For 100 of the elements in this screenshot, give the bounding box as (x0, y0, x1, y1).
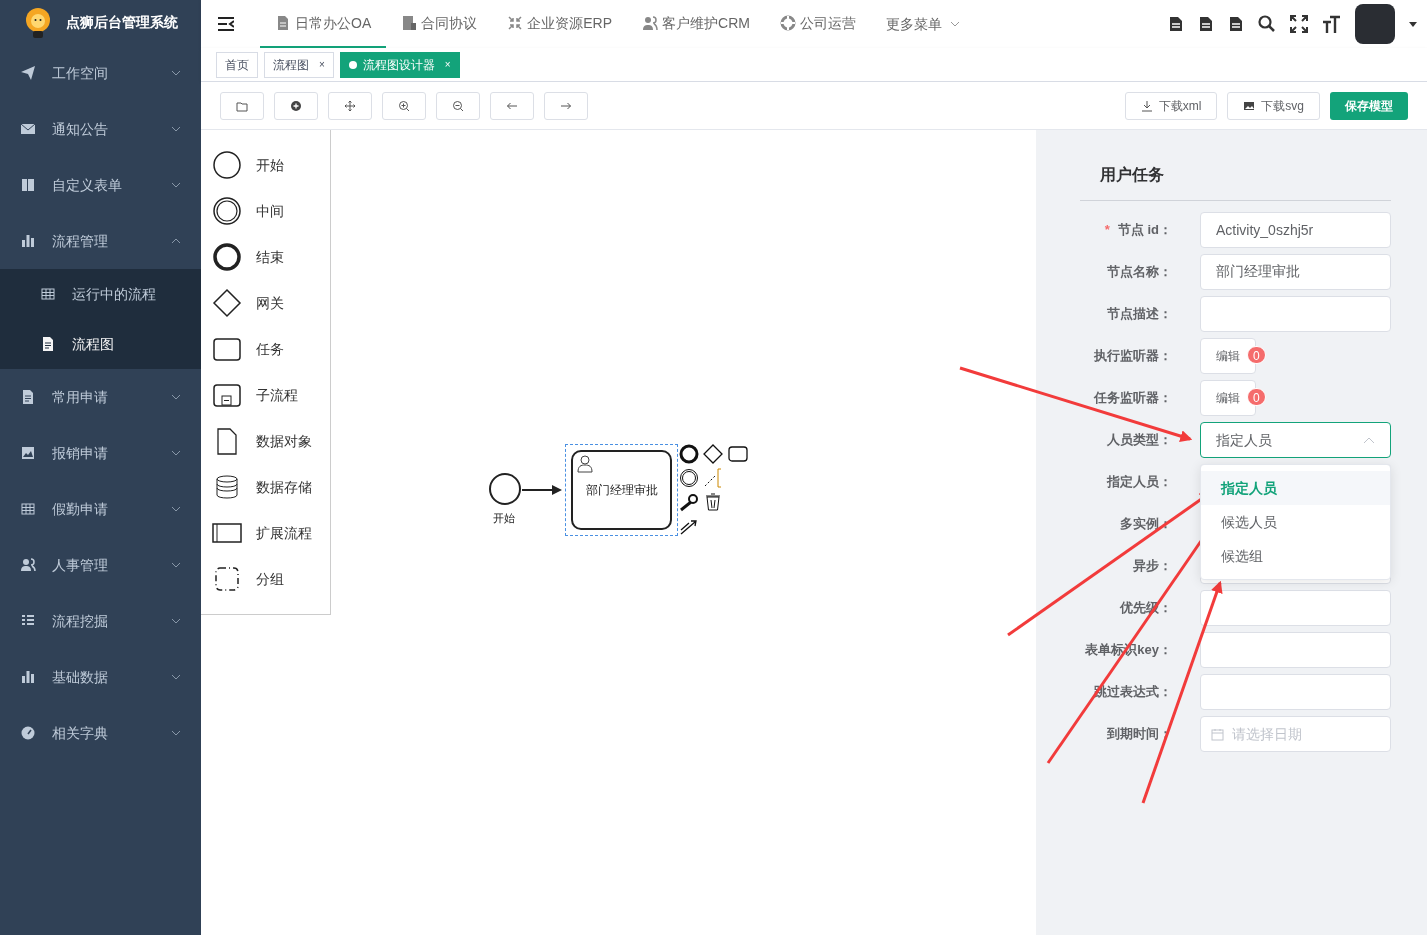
zoom-out-button[interactable] (436, 91, 480, 120)
palette-item[interactable]: 任务 (201, 326, 330, 372)
chevron-up-icon (171, 237, 181, 245)
document-icon[interactable] (1198, 16, 1214, 32)
end-event-icon (212, 242, 242, 272)
palette-item[interactable]: 开始 (201, 142, 330, 188)
zoom-in-button[interactable] (382, 91, 426, 120)
bar-chart-icon (20, 669, 36, 685)
chevron-down-icon (171, 181, 181, 189)
caret-down-icon[interactable] (1409, 21, 1417, 27)
contract-icon (401, 15, 418, 31)
text-size-icon[interactable] (1322, 14, 1341, 34)
shrink-icon (507, 15, 524, 31)
table-icon (40, 286, 56, 302)
palette-item[interactable]: 数据对象 (201, 418, 330, 464)
submenu-item[interactable]: 运行中的流程 (0, 269, 201, 319)
group-icon (212, 564, 242, 594)
field-label: 节点描述： (1107, 305, 1172, 324)
field-label: 任务监听器： (1094, 389, 1172, 408)
plus-circle-button[interactable] (274, 91, 318, 120)
palette-item[interactable]: 数据存储 (201, 464, 330, 510)
document-icon[interactable] (1168, 16, 1184, 32)
nav-tab[interactable]: 合同协议 (386, 0, 493, 48)
document-icon[interactable] (1228, 16, 1244, 32)
dropdown-option[interactable]: 候选人员 (1201, 505, 1390, 539)
input-field[interactable] (1200, 632, 1391, 668)
sequence-flow-arrow (522, 485, 562, 495)
submenu-item[interactable]: 流程图 (0, 319, 201, 369)
download-button[interactable]: 下载xml (1124, 91, 1218, 120)
menu-item[interactable]: 常用申请 (0, 369, 201, 425)
palette-item[interactable]: 子流程 (201, 372, 330, 418)
document-icon (275, 15, 291, 31)
intermediate-event-icon[interactable] (679, 468, 699, 488)
fullscreen-icon[interactable] (1290, 15, 1308, 33)
field-label: 人员类型： (1107, 431, 1172, 450)
chevron-down-icon (171, 729, 181, 737)
menu-item[interactable]: 基础数据 (0, 649, 201, 705)
chevron-down-icon (171, 673, 181, 681)
palette-item[interactable]: 扩展流程 (201, 510, 330, 556)
avatar-picture[interactable] (1355, 4, 1395, 44)
page-tab[interactable]: 流程图 × (264, 51, 334, 78)
menu-item[interactable]: 流程管理 (0, 213, 201, 269)
calendar-icon (1211, 727, 1224, 741)
book-icon (20, 177, 36, 193)
input-field[interactable] (1200, 296, 1391, 332)
chevron-up-icon (1363, 436, 1375, 444)
palette-item[interactable]: 分组 (201, 556, 330, 602)
chevron-down-icon (171, 617, 181, 625)
required-mark: * (1104, 221, 1110, 240)
chevron-down-icon (171, 561, 181, 569)
page-tab[interactable]: 首页 (216, 51, 258, 78)
menu-item[interactable]: 人事管理 (0, 537, 201, 593)
send-icon (20, 65, 36, 81)
menu-item[interactable]: 流程挖掘 (0, 593, 201, 649)
start-event-node (488, 472, 522, 506)
more-menu[interactable]: 更多菜单 (870, 13, 975, 35)
input-field[interactable] (1200, 674, 1391, 710)
document-icon (40, 336, 56, 352)
end-event-icon[interactable] (679, 444, 699, 464)
palette-item[interactable]: 结束 (201, 234, 330, 280)
task-icon[interactable] (728, 444, 748, 464)
nav-tab[interactable]: 客户维护CRM (627, 0, 765, 48)
field-label: 节点 id： (1117, 221, 1172, 240)
lion-logo-icon (24, 6, 52, 39)
menu-item[interactable]: 相关字典 (0, 705, 201, 761)
users-icon (20, 557, 36, 573)
wrench-icon[interactable] (679, 492, 699, 512)
zoom-out-icon (452, 99, 464, 112)
menu-item[interactable]: 假勤申请 (0, 481, 201, 537)
menu-item[interactable]: 自定义表单 (0, 157, 201, 213)
envelope-icon (20, 121, 36, 137)
close-icon[interactable]: × (319, 57, 325, 72)
input-field[interactable]: Activity_0szhj5r (1200, 212, 1391, 248)
gateway-icon (212, 288, 242, 318)
select-field[interactable]: 指定人员 (1200, 422, 1391, 458)
document-icon (20, 389, 36, 405)
search-icon[interactable] (1258, 15, 1276, 33)
table-icon (20, 501, 36, 517)
nav-tab[interactable]: 公司运营 (764, 0, 871, 48)
field-label: 节点名称： (1107, 263, 1172, 282)
palette-item[interactable]: 中间 (201, 188, 330, 234)
field-label: 异步： (1133, 557, 1172, 576)
chevron-down-icon (949, 21, 960, 27)
nav-tab[interactable]: 企业资源ERP (492, 0, 628, 48)
app-title: 点狮后台管理系统 (66, 13, 178, 32)
menu-item[interactable]: 通知公告 (0, 101, 201, 157)
bar-chart-icon (20, 233, 36, 249)
input-field[interactable]: 部门经理审批 (1200, 254, 1391, 290)
input-field[interactable] (1200, 590, 1391, 626)
gateway-icon[interactable] (703, 444, 723, 464)
dropdown-option[interactable]: 候选组 (1201, 539, 1390, 573)
palette-item[interactable]: 网关 (201, 280, 330, 326)
chevron-down-icon (171, 393, 181, 401)
download-button[interactable]: 下载svg (1227, 91, 1320, 120)
menu-icon[interactable] (218, 17, 234, 31)
menu-item[interactable]: 报销申请 (0, 425, 201, 481)
node-label: 开始 (493, 511, 515, 526)
trash-icon[interactable] (703, 492, 723, 512)
user-task-node[interactable]: 部门经理审批 (571, 450, 672, 530)
menu-item[interactable]: 工作空间 (0, 45, 201, 101)
